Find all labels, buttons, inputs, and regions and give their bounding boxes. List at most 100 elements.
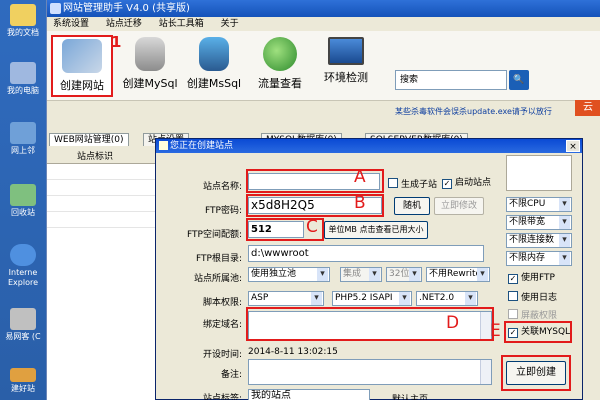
start-site-checkbox[interactable]: ✓ 启动站点 bbox=[442, 178, 491, 189]
update-notice[interactable]: 某些杀毒软件会误杀update.exe请予以放行 bbox=[395, 106, 552, 117]
create-site-dialog: 您正在创建站点 × 站点名称: A 生成子站 ✓ 启动站点 FTP密码: x5d8… bbox=[155, 138, 583, 400]
pool-mode-select[interactable]: 集成 bbox=[340, 267, 382, 282]
dialog-title: 您正在创建站点 bbox=[170, 141, 234, 151]
random-password-button[interactable]: 随机 bbox=[394, 197, 430, 215]
default-home-label: 默认主页 bbox=[392, 395, 429, 400]
menu-bar: 系统设置 站点迁移 站长工具箱 关于 bbox=[47, 17, 600, 31]
site-tag-input[interactable]: 我的站点 bbox=[248, 389, 370, 400]
env-check-button[interactable]: 环境检测 bbox=[315, 35, 377, 97]
search-icon: 🔍 bbox=[513, 75, 525, 85]
bandwidth-limit-select[interactable]: 不限带宽 bbox=[506, 215, 572, 230]
mysql-db-icon bbox=[135, 37, 165, 71]
desktop-icon-my-computer[interactable]: 我的电脑 bbox=[2, 62, 44, 96]
list-item[interactable] bbox=[47, 180, 167, 196]
checkbox-box bbox=[388, 178, 398, 188]
script-permission-label: 脚本权限: bbox=[202, 298, 242, 308]
modify-now-button[interactable]: 立即修改 bbox=[434, 197, 484, 215]
php-select[interactable]: PHP5.2 ISAPI bbox=[332, 291, 412, 306]
open-time-value: 2014-8-11 13:02:15 bbox=[248, 347, 338, 357]
desktop-icon-my-documents[interactable]: 我的文档 bbox=[2, 4, 44, 38]
desktop: 我的文档 我的电脑 网上邻 回收站 Interne Explore 易网客 (C… bbox=[0, 0, 46, 400]
ftp-root-input[interactable]: d:\wwwroot bbox=[248, 245, 484, 262]
title-bar[interactable]: 网站管理助手 V4.0 (共享版) bbox=[47, 0, 600, 17]
use-ftp-checkbox[interactable]: ✓ 使用FTP bbox=[508, 273, 555, 284]
pool-select[interactable]: 使用独立池 bbox=[248, 267, 330, 282]
sub-site-checkbox[interactable]: 生成子站 bbox=[388, 178, 437, 191]
app-icon bbox=[50, 3, 61, 14]
list-item[interactable] bbox=[47, 196, 167, 212]
annotation-mark-b: B bbox=[354, 193, 366, 213]
traffic-view-button[interactable]: 流量查看 bbox=[249, 35, 311, 97]
list-item[interactable] bbox=[47, 212, 167, 228]
ie-icon bbox=[10, 244, 36, 266]
annotation-mark-c: C bbox=[306, 217, 318, 237]
checkbox-box bbox=[508, 291, 518, 301]
network-icon bbox=[10, 122, 36, 144]
site-name-label: 站点名称: bbox=[202, 182, 242, 192]
pool-label: 站点所属池: bbox=[193, 274, 242, 284]
menu-site-migration[interactable]: 站点迁移 bbox=[106, 19, 142, 29]
dialog-title-bar[interactable]: 您正在创建站点 × bbox=[156, 139, 582, 153]
annotation-box-e bbox=[504, 321, 572, 343]
toolbar: 创建网站 创建MySql 创建MsSql 流量查看 环境检测 1 bbox=[47, 31, 600, 101]
checkbox-box bbox=[508, 309, 518, 319]
annotation-mark-a: A bbox=[354, 167, 366, 187]
use-log-checkbox[interactable]: 使用日志 bbox=[508, 291, 557, 304]
tools-icon bbox=[62, 39, 102, 73]
check-icon: ✓ bbox=[442, 179, 452, 189]
create-mysql-button[interactable]: 创建MySql bbox=[119, 35, 181, 97]
asp-select[interactable]: ASP bbox=[248, 291, 324, 306]
create-mssql-button[interactable]: 创建MsSql bbox=[183, 35, 245, 97]
cloud-button[interactable]: 云 bbox=[575, 100, 600, 116]
annotation-mark-e: E bbox=[490, 321, 501, 341]
ftp-root-label: FTP根目录: bbox=[196, 254, 242, 264]
desktop-icon-site[interactable]: 建好站 bbox=[2, 368, 44, 394]
search-button[interactable]: 🔍 bbox=[509, 70, 529, 90]
bind-domain-label: 绑定域名: bbox=[202, 320, 242, 330]
site-icon bbox=[10, 368, 36, 382]
annotation-mark-d: D bbox=[446, 313, 460, 333]
open-time-label: 开设时间: bbox=[202, 350, 242, 360]
folder-icon bbox=[10, 4, 36, 26]
annotation-mark-1: 1 bbox=[111, 33, 122, 51]
remark-textarea[interactable] bbox=[248, 359, 492, 385]
desktop-icon-app[interactable]: 易网客 (C bbox=[2, 308, 44, 342]
recycle-bin-icon bbox=[10, 184, 36, 206]
ftp-password-label: FTP密码: bbox=[205, 206, 242, 216]
site-tag-label: 站点标签: bbox=[202, 394, 242, 400]
monitor-icon bbox=[328, 37, 364, 65]
window-title: 网站管理助手 V4.0 (共享版) bbox=[63, 3, 190, 14]
dotnet-select[interactable]: .NET2.0 bbox=[416, 291, 478, 306]
close-button[interactable]: × bbox=[566, 140, 580, 152]
traffic-chart-icon bbox=[263, 37, 297, 71]
cpu-limit-select[interactable]: 不限CPU bbox=[506, 197, 572, 212]
scrollbar[interactable] bbox=[480, 360, 491, 384]
rewrite-select[interactable]: 不用Rewrite bbox=[426, 267, 490, 282]
list-header: 站点标识 bbox=[47, 150, 167, 164]
tab-web-sites[interactable]: WEB网站管理(0) bbox=[49, 133, 129, 146]
check-icon: ✓ bbox=[508, 274, 518, 284]
desktop-icon-internet-explorer[interactable]: Interne Explore bbox=[2, 244, 44, 288]
desktop-icon-recycle-bin[interactable]: 回收站 bbox=[2, 184, 44, 218]
menu-about[interactable]: 关于 bbox=[221, 19, 239, 29]
create-site-button[interactable]: 创建网站 bbox=[51, 35, 113, 97]
preview-box bbox=[506, 155, 572, 191]
search-label: 搜索 bbox=[400, 75, 419, 85]
ftp-quota-label: FTP空间配额: bbox=[187, 230, 242, 240]
remark-label: 备注: bbox=[220, 370, 242, 380]
site-list[interactable] bbox=[47, 164, 167, 400]
pool-bits-select[interactable]: 32位 bbox=[386, 267, 422, 282]
mssql-db-icon bbox=[199, 37, 229, 71]
quota-usage-button[interactable]: 单位MB 点击查看已用大小 bbox=[324, 221, 428, 239]
dialog-icon bbox=[159, 141, 168, 150]
computer-icon bbox=[10, 62, 36, 84]
menu-webmaster-tools[interactable]: 站长工具箱 bbox=[159, 19, 204, 29]
app-icon bbox=[10, 308, 36, 330]
menu-system-settings[interactable]: 系统设置 bbox=[53, 19, 89, 29]
search-input[interactable]: 搜索 bbox=[395, 70, 507, 90]
connection-limit-select[interactable]: 不限连接数 bbox=[506, 233, 572, 248]
annotation-box-create bbox=[501, 355, 571, 391]
memory-limit-select[interactable]: 不限内存 bbox=[506, 251, 572, 266]
desktop-icon-network[interactable]: 网上邻 bbox=[2, 122, 44, 156]
list-item[interactable] bbox=[47, 164, 167, 180]
